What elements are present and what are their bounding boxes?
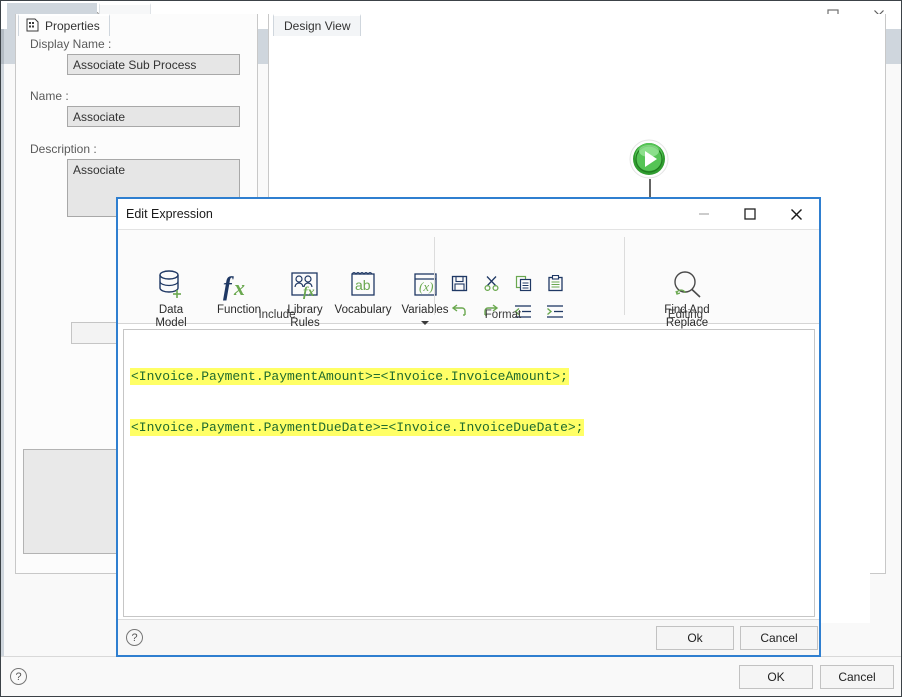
chevron-down-icon[interactable] [421, 321, 429, 325]
help-question-icon[interactable]: ? [10, 668, 27, 685]
find-and-replace-magnifier-icon [669, 267, 705, 301]
svg-text:x: x [233, 275, 245, 300]
library-rules-people-fx-icon: fx [288, 267, 322, 301]
ribbon-group-include-label: Include [258, 309, 296, 321]
fx-function-icon: f x [221, 267, 257, 301]
ribbon-group-include: Data Model f x Function fx Library Rules… [124, 229, 449, 329]
svg-text:ab: ab [355, 277, 371, 293]
ribbon-group-editing: Find And Replace Editing [628, 229, 743, 329]
tab-design-view-label: Design View [284, 19, 351, 33]
dialog-minimize-icon[interactable] [681, 199, 727, 229]
display-name-input[interactable]: Associate Sub Process [67, 54, 240, 75]
ribbon-group-format-label: Format [484, 309, 522, 321]
save-icon[interactable] [446, 271, 472, 295]
name-input[interactable]: Associate [67, 106, 240, 127]
dialog-help-question-icon[interactable]: ? [126, 629, 143, 646]
ribbon-separator-2 [624, 237, 625, 315]
expression-editor[interactable]: <Invoice.Payment.PaymentAmount>=<Invoice… [123, 329, 815, 617]
dialog-close-icon[interactable] [773, 199, 819, 229]
expression-line-1: <Invoice.Payment.PaymentAmount>=<Invoice… [130, 368, 569, 385]
vocabulary-ab-notepad-icon: ab [346, 267, 380, 301]
name-label: Name : [30, 89, 69, 103]
cancel-button[interactable]: Cancel [820, 665, 894, 689]
edit-expression-dialog: Edit Expression Data Model f x Function … [116, 197, 821, 657]
dialog-ok-button[interactable]: Ok [656, 626, 734, 650]
ribbon-group-format: Format [438, 229, 623, 324]
expression-code: <Invoice.Payment.PaymentAmount>=<Invoice… [130, 334, 585, 470]
description-label: Description : [30, 142, 97, 156]
paste-clipboard-icon[interactable] [542, 271, 568, 295]
ribbon-group-editing-label: Editing [667, 309, 704, 321]
dialog-titlebar: Edit Expression [118, 199, 819, 229]
dialog-maximize-icon[interactable] [727, 199, 773, 229]
dialog-cancel-button[interactable]: Cancel [740, 626, 818, 650]
display-name-label: Display Name : [30, 37, 112, 51]
dialog-title: Edit Expression [126, 207, 213, 221]
body-left-stripe [1, 64, 4, 656]
svg-text:f: f [223, 272, 234, 301]
ok-button[interactable]: OK [739, 665, 813, 689]
properties-document-icon [26, 18, 39, 35]
expression-line-2: <Invoice.Payment.PaymentDueDate>=<Invoic… [130, 419, 585, 436]
tab-properties[interactable]: Properties [18, 14, 110, 36]
main-footer: ? OK Cancel [1, 656, 901, 696]
copy-icon[interactable] [510, 271, 536, 295]
svg-text:fx: fx [303, 285, 315, 300]
tab-properties-label: Properties [45, 19, 100, 33]
cut-scissors-icon[interactable] [478, 271, 504, 295]
ribbon-separator-1 [434, 237, 435, 315]
tab-design-view[interactable]: Design View [273, 14, 362, 36]
tabstrip-left-edge [1, 29, 4, 64]
svg-text:(x): (x) [419, 279, 433, 294]
dialog-footer: ? Ok Cancel [118, 619, 819, 655]
green-play-start-icon[interactable] [629, 139, 669, 179]
database-add-icon [154, 267, 188, 301]
variables-x-icon: (x) [409, 267, 441, 301]
